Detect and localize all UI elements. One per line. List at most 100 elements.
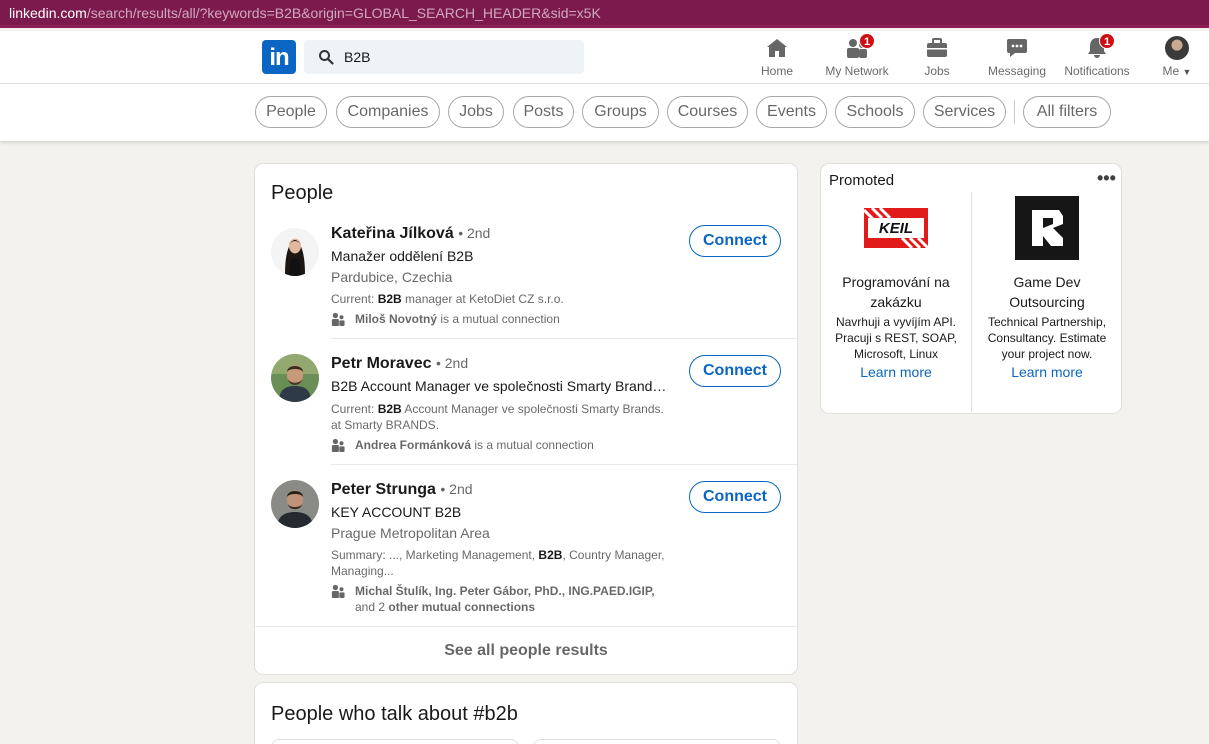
filter-companies[interactable]: Companies [336, 96, 440, 128]
browser-url-bar[interactable]: linkedin.com/search/results/all/?keyword… [0, 0, 1209, 28]
talk-item-card[interactable] [271, 739, 519, 744]
keil-logo-text: KEIL [879, 220, 913, 237]
learn-more-link[interactable]: Learn more [821, 364, 971, 380]
connection-degree: • 2nd [435, 355, 469, 371]
summary-keyword: B2B [377, 292, 402, 306]
nav-messaging[interactable]: Messaging [986, 36, 1048, 84]
summary-prefix: Summary: ..., Marketing Management, [331, 548, 539, 562]
gamedev-logo [1015, 196, 1079, 260]
filter-events[interactable]: Events [756, 96, 827, 128]
person-name[interactable]: Petr Moravec [331, 355, 432, 372]
talk-item-card[interactable] [533, 739, 781, 744]
keil-logo-graphic: KEIL [864, 206, 928, 250]
promo-ad-gamedev[interactable]: Game Dev Outsourcing Technical Partnersh… [972, 192, 1122, 362]
url-host: linkedin.com [9, 5, 87, 21]
promo-description: Technical Partnership, Consultancy. Esti… [987, 315, 1107, 361]
network-badge: 1 [859, 33, 875, 49]
global-nav: in B2B Home 1 My Network Jobs Messaging … [0, 31, 1209, 84]
summary-prefix: Current: [331, 292, 378, 306]
mutual-rest: is a mutual connection [437, 312, 560, 326]
message-icon [1007, 39, 1027, 57]
nav-messaging-label: Messaging [987, 64, 1047, 78]
promo-headline: Programování na zakázku [842, 274, 950, 310]
promo-ad-keil[interactable]: KEIL Programování na zakázku Navrhuji a … [821, 192, 971, 362]
row-divider [331, 338, 797, 339]
people-talk-about-card: People who talk about #b2b [255, 683, 797, 744]
nav-notifications-label: Notifications [1064, 64, 1130, 78]
person-avatar[interactable] [271, 228, 319, 276]
connect-button[interactable]: Connect [689, 225, 781, 257]
connect-button[interactable]: Connect [689, 481, 781, 513]
filter-services[interactable]: Services [923, 96, 1006, 128]
mutual-names: Michal Štulík, Ing. Peter Gábor, PhD., I… [355, 584, 655, 598]
filter-courses[interactable]: Courses [667, 96, 748, 128]
person-avatar[interactable] [271, 354, 319, 402]
person-avatar[interactable] [271, 480, 319, 528]
summary-rest: manager at KetoDiet CZ s.r.o. [401, 292, 564, 306]
mutual-connections[interactable]: Andrea Formánková is a mutual connection [331, 437, 671, 453]
notifications-badge: 1 [1099, 33, 1115, 49]
card-footer-divider [255, 626, 797, 627]
mutual-connections[interactable]: Michal Štulík, Ing. Peter Gábor, PhD., I… [331, 583, 671, 615]
promo-description: Navrhuji a vyvíjím API. Pracuji s REST, … [835, 315, 957, 361]
connect-button[interactable]: Connect [689, 355, 781, 387]
see-all-people-button[interactable]: See all people results [255, 628, 797, 674]
nav-notifications[interactable]: 1 Notifications [1062, 33, 1132, 84]
filter-divider [1014, 100, 1015, 124]
person-summary: Current: B2B manager at KetoDiet CZ s.r.… [331, 291, 671, 307]
mutual-rest: is a mutual connection [471, 438, 594, 452]
person-name[interactable]: Peter Strunga [331, 481, 436, 498]
connection-degree: • 2nd [440, 481, 473, 497]
people-icon [331, 584, 345, 598]
person-location: Prague Metropolitan Area [331, 525, 490, 541]
person-headline: B2B Account Manager ve společnosti Smart… [331, 378, 671, 394]
mutual-names: Andrea Formánková [355, 438, 472, 452]
filter-schools[interactable]: Schools [835, 96, 915, 128]
mutual-rest: and 2 [355, 600, 389, 614]
nav-jobs[interactable]: Jobs [917, 36, 957, 84]
summary-keyword: B2B [377, 402, 402, 416]
url-path: /search/results/all/?keywords=B2B&origin… [86, 5, 601, 21]
learn-more-link[interactable]: Learn more [972, 364, 1122, 380]
people-icon [331, 438, 345, 452]
keil-logo: KEIL [864, 196, 928, 260]
people-section-title: People [271, 182, 334, 204]
filter-people[interactable]: People [255, 96, 327, 128]
chevron-down-icon: ▼ [1182, 67, 1192, 77]
search-input[interactable]: B2B [304, 40, 584, 74]
mutual-connections[interactable]: Miloš Novotný is a mutual connection [331, 311, 671, 327]
search-value: B2B [344, 49, 371, 65]
all-filters-button[interactable]: All filters [1023, 96, 1111, 128]
summary-keyword: B2B [538, 548, 563, 562]
nav-home-label: Home [760, 64, 793, 78]
avatar [1165, 36, 1189, 60]
person-summary: Summary: ..., Marketing Management, B2B,… [331, 547, 671, 579]
promo-headline: Game Dev Outsourcing [1009, 274, 1085, 310]
person-summary: Current: B2B Account Manager ve společno… [331, 401, 671, 433]
person-headline: KEY ACCOUNT B2B [331, 504, 462, 520]
filter-groups[interactable]: Groups [582, 96, 659, 128]
promoted-card: Promoted ••• KEIL Programování na zakázk… [821, 164, 1121, 413]
nav-me-label: Me [1162, 64, 1180, 78]
home-icon [767, 39, 787, 57]
nav-me[interactable]: Me ▼ [1157, 36, 1197, 84]
more-options-icon[interactable]: ••• [1097, 168, 1116, 189]
filter-posts[interactable]: Posts [513, 96, 574, 128]
nav-my-network[interactable]: 1 My Network [822, 33, 892, 84]
summary-prefix: Current: [331, 402, 378, 416]
person-location: Pardubice, Czechia [331, 269, 453, 285]
talk-section-title: People who talk about #b2b [271, 703, 518, 725]
person-photo [271, 480, 319, 528]
promoted-title: Promoted [829, 172, 895, 189]
person-photo [271, 354, 319, 402]
people-icon [331, 312, 345, 326]
linkedin-logo[interactable]: in [262, 40, 296, 74]
nav-home[interactable]: Home [757, 36, 797, 84]
mutual-others: other mutual connections [388, 600, 536, 614]
person-name[interactable]: Kateřina Jílková [331, 225, 454, 242]
search-filter-bar: People Companies Jobs Posts Groups Cours… [0, 84, 1209, 141]
mutual-names: Miloš Novotný [355, 312, 438, 326]
filter-jobs[interactable]: Jobs [448, 96, 504, 128]
row-divider [331, 464, 797, 465]
people-results-card: People Kateřina Jílková • 2nd Manažer od… [255, 164, 797, 674]
